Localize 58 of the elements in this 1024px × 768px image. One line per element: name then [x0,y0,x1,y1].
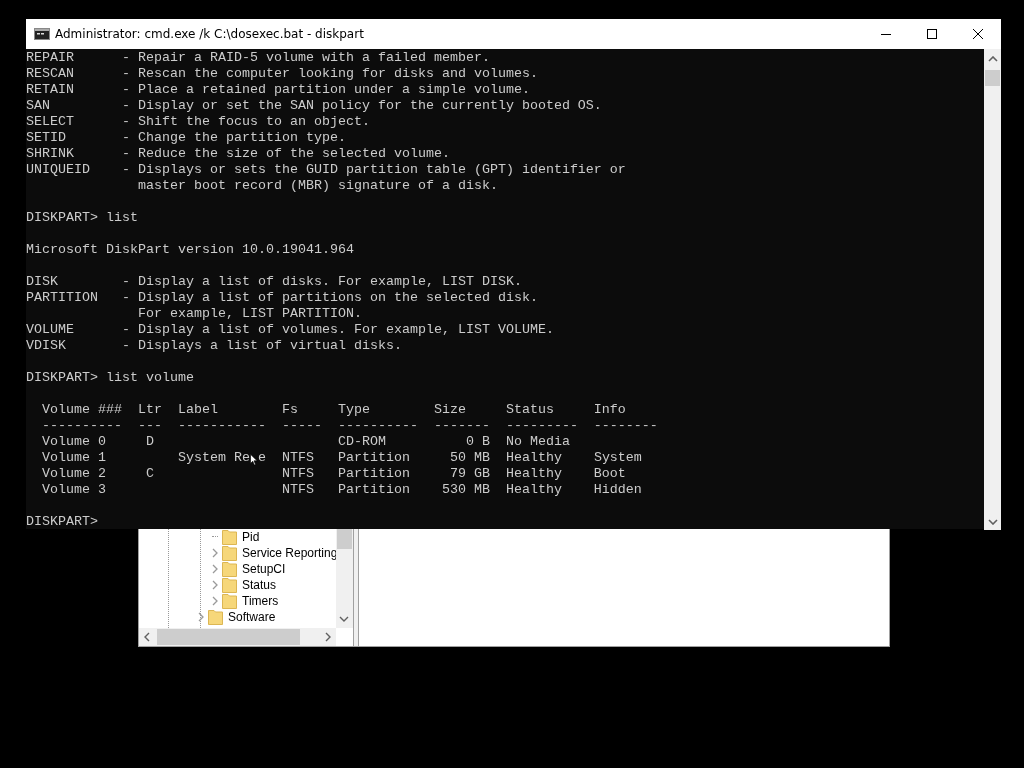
console-icon [34,28,50,40]
folder-icon [222,545,237,561]
console-line: SAN - Display or set the SAN policy for the currently booted OS. [26,98,602,114]
expand-chevron-icon[interactable] [212,548,218,558]
console-line: DISKPART> list volume [26,370,194,386]
folder-icon [222,529,237,545]
console-line: master boot record (MBR) signature of a disk. [136,178,498,194]
console-line: SETID - Change the partition type. [26,130,346,146]
tree-item[interactable]: Pid [242,529,260,545]
console-line: SHRINK - Reduce the size of the selected volume. [26,146,450,162]
folder-icon [222,577,237,593]
scroll-right-icon[interactable] [325,632,331,642]
console-line: Volume ### Ltr Label Fs Type Size Status Info [41,402,626,418]
expand-chevron-icon[interactable] [212,580,218,590]
console-line: Microsoft DiskPart version 10.0.19041.964 [26,242,354,258]
console-line: ---------- --- ----------- ----- ---------- ------- --------- -------- [41,418,658,434]
console-line: Volume 2 C NTFS Partition 79 GB Healthy Boot [41,466,626,482]
horizontal-scrollbar[interactable] [139,628,336,646]
vertical-scrollbar[interactable] [336,529,353,628]
console-line: For example, LIST PARTITION. [136,306,362,322]
console-line: UNIQUEID - Displays or sets the GUID partition table (GPT) identifier or [26,162,626,178]
maximize-icon[interactable] [927,29,937,39]
folder-icon [222,593,237,609]
tree-item[interactable]: Timers [242,593,279,609]
tree-item[interactable]: Service Reporting [242,545,336,561]
console-line: SELECT - Shift the focus to an object. [26,114,370,130]
scroll-up-icon[interactable] [987,56,998,62]
vertical-scrollbar[interactable] [984,49,1001,530]
expand-chevron-icon[interactable] [212,596,218,606]
console-line: Volume 3 NTFS Partition 530 MB Healthy Hidden [41,482,642,498]
expand-chevron-icon[interactable] [198,612,204,622]
console-line: REPAIR - Repair a RAID-5 volume with a failed member. [26,50,490,66]
mouse-pointer-icon [249,454,258,466]
close-icon[interactable] [973,29,983,39]
console-line: VOLUME - Display a list of volumes. For example, LIST VOLUME. [26,322,554,338]
scroll-thumb[interactable] [337,529,352,549]
tree-item[interactable]: SetupCI [242,561,286,577]
console-text: Volume 1 System Re [41,450,250,466]
console-line: DISKPART> [26,514,98,530]
scroll-left-icon[interactable] [144,632,150,642]
console-text: e NTFS Partition 50 MB Healthy System [257,450,642,466]
tree-item[interactable]: Status [242,577,277,593]
window-title: Administrator: cmd.exe /k C:\dosexec.bat - diskpart [55,27,365,41]
console-line: RESCAN - Rescan the computer looking for disks and volumes. [26,66,538,82]
folder-icon [222,561,237,577]
scroll-thumb[interactable] [157,629,300,645]
scroll-down-icon[interactable] [339,616,349,622]
console-line: VDISK - Displays a list of virtual disks. [26,338,402,354]
console-line: DISKPART> list [26,210,138,226]
scroll-down-icon[interactable] [987,519,998,525]
console-line: PARTITION - Display a list of partitions on the selected disk. [26,290,538,306]
console-line: Volume 0 D CD-ROM 0 B No Media [41,434,570,450]
expand-chevron-icon[interactable] [212,564,218,574]
console-line: DISK - Display a list of disks. For example, LIST DISK. [26,274,522,290]
console-line: RETAIN - Place a retained partition under a simple volume. [26,82,530,98]
tree-item[interactable]: Software [228,609,276,625]
scroll-thumb[interactable] [985,70,1000,86]
folder-icon [208,609,223,625]
